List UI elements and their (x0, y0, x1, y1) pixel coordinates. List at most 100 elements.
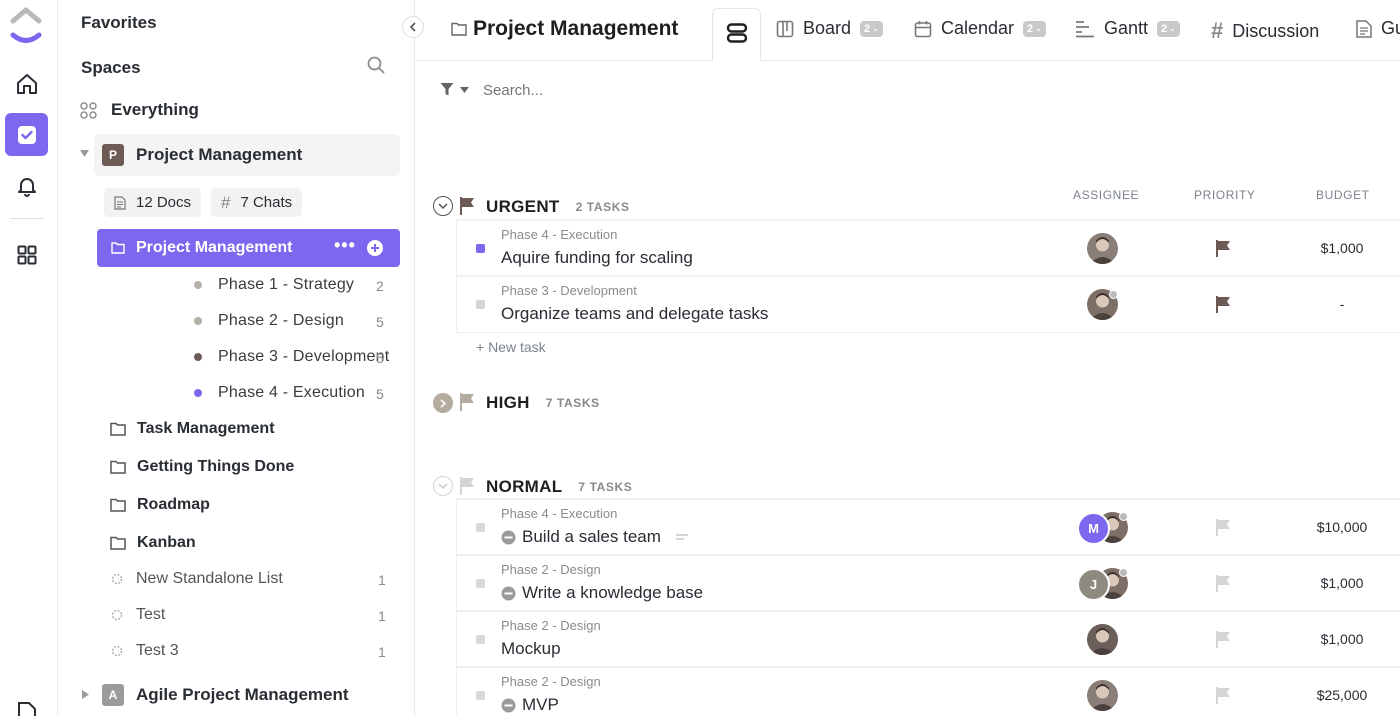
priority-flag-icon[interactable] (1215, 630, 1231, 649)
new-task-button[interactable]: + New task (476, 339, 546, 355)
task-budget[interactable]: $1,000 (1302, 575, 1382, 591)
task-name-wrapper[interactable]: Build a sales team (501, 527, 689, 547)
task-name-wrapper[interactable]: MVP (501, 695, 559, 715)
task-status-square[interactable] (476, 244, 485, 253)
task-name[interactable]: Aquire funding for scaling (501, 248, 693, 268)
tab-calendar[interactable]: Calendar 2 ⌄ (914, 18, 1046, 39)
priority-flag-icon[interactable] (1215, 686, 1231, 705)
task-budget[interactable]: $25,000 (1302, 687, 1382, 703)
favorites-heading[interactable]: Favorites (81, 13, 157, 33)
task-row[interactable]: Phase 2 - Design Mockup $1,000 (457, 611, 1400, 667)
list-item[interactable]: Test (111, 606, 165, 624)
task-status-square[interactable] (476, 579, 485, 588)
tab-guide[interactable]: Gu (1356, 18, 1400, 39)
task-budget[interactable]: $10,000 (1302, 519, 1382, 535)
folder-label: Task Management (137, 420, 275, 437)
collapse-group-urgent[interactable] (433, 196, 453, 216)
assignee-avatar[interactable] (1087, 680, 1118, 711)
tasks-icon[interactable] (5, 113, 48, 156)
folder-item[interactable]: Task Management (110, 420, 275, 438)
hash-icon: # (1211, 18, 1224, 43)
filter-button[interactable] (440, 82, 469, 97)
tab-board-badge: 2 ⌄ (860, 20, 883, 37)
list-item[interactable]: New Standalone List (111, 570, 283, 588)
notifications-bell-icon[interactable] (5, 164, 48, 207)
search-icon[interactable] (367, 56, 385, 74)
active-list-label: Project Management (136, 239, 293, 256)
status-dot (1119, 512, 1128, 521)
task-status-square[interactable] (476, 635, 485, 644)
list-item[interactable]: Test 3 (111, 642, 179, 660)
column-header-budget[interactable]: BUDGET (1316, 188, 1370, 202)
docs-pill[interactable]: 12 Docs (104, 188, 202, 217)
group-title: URGENT (486, 197, 560, 216)
group-header-urgent: URGENT 2 TASKS (486, 197, 630, 217)
folder-item[interactable]: Getting Things Done (110, 458, 294, 476)
priority-flag-icon[interactable] (1215, 295, 1231, 314)
priority-flag-icon[interactable] (1215, 574, 1231, 593)
task-name-wrapper[interactable]: Write a knowledge base (501, 583, 703, 603)
group-task-count: 2 TASKS (575, 200, 630, 214)
phase-list-item[interactable]: Phase 2 - Design (194, 312, 344, 330)
column-header-priority[interactable]: PRIORITY (1194, 188, 1255, 202)
task-row[interactable]: Phase 4 - Execution Aquire funding for sc… (457, 220, 1400, 276)
tab-board[interactable]: Board 2 ⌄ (776, 18, 883, 39)
page-title: Project Management (473, 17, 679, 40)
task-row[interactable]: Phase 2 - Design Write a knowledge base J $… (457, 555, 1400, 611)
task-budget[interactable]: - (1302, 296, 1382, 312)
clickup-logo[interactable] (9, 6, 43, 44)
tab-discussion[interactable]: # Discussion (1211, 18, 1319, 44)
tab-board-label: Board (803, 18, 852, 38)
assignee-initial-avatar[interactable]: J (1077, 568, 1110, 601)
task-row[interactable]: Phase 4 - Execution Build a sales team M $1… (457, 499, 1400, 555)
group-header-high: HIGH 7 TASKS (486, 393, 600, 413)
group-task-count: 7 TASKS (545, 396, 600, 410)
task-status-square[interactable] (476, 691, 485, 700)
list-task-count: 1 (378, 644, 386, 660)
caret-down-icon[interactable] (80, 150, 89, 157)
spaces-heading[interactable]: Spaces (81, 58, 141, 78)
folder-item[interactable]: Kanban (110, 534, 196, 552)
caret-right-icon[interactable] (82, 690, 89, 699)
list-label: Test (136, 606, 166, 623)
expand-group-high[interactable] (433, 393, 453, 413)
app-window: Favorites Spaces Everything P Project Ma… (0, 0, 1400, 716)
task-status-square[interactable] (476, 523, 485, 532)
task-phase-label: Phase 2 - Design (501, 674, 601, 689)
task-row[interactable]: Phase 2 - Design MVP $25,000 (457, 667, 1400, 716)
task-status-square[interactable] (476, 300, 485, 309)
collapse-group-normal[interactable] (433, 476, 453, 496)
everything-item[interactable]: Everything (80, 99, 199, 121)
folder-label: Kanban (137, 534, 196, 551)
group-title: HIGH (486, 393, 530, 412)
task-budget[interactable]: $1,000 (1302, 240, 1382, 256)
normal-flag-icon (460, 477, 474, 495)
person-photo-icon (1090, 237, 1115, 264)
search-input[interactable] (483, 78, 783, 102)
docs-icon[interactable] (17, 702, 37, 716)
phase-list-item[interactable]: Phase 4 - Execution (194, 384, 365, 402)
active-list-project-management[interactable]: Project Management ••• (97, 229, 400, 267)
chats-pill[interactable]: # 7 Chats (211, 188, 303, 217)
tab-gantt[interactable]: Gantt 2 ⌄ (1075, 18, 1180, 39)
task-name[interactable]: Organize teams and delegate tasks (501, 304, 768, 324)
assignee-avatar[interactable] (1087, 233, 1118, 264)
more-options-icon[interactable]: ••• (334, 235, 356, 256)
priority-flag-icon[interactable] (1215, 239, 1231, 258)
space2-name[interactable]: Agile Project Management (136, 685, 349, 705)
assignee-avatar[interactable] (1087, 624, 1118, 655)
apps-grid-icon[interactable] (5, 233, 48, 276)
task-budget[interactable]: $1,000 (1302, 631, 1382, 647)
task-name-wrapper[interactable]: Mockup (501, 639, 561, 659)
priority-flag-icon[interactable] (1215, 518, 1231, 537)
add-circle-icon[interactable] (367, 240, 383, 256)
filter-icon (440, 83, 454, 96)
phase-list-item[interactable]: Phase 1 - Strategy (194, 276, 354, 294)
phase-list-item[interactable]: Phase 3 - Development (194, 348, 389, 366)
home-icon[interactable] (5, 62, 48, 105)
assignee-initial-avatar[interactable]: M (1077, 512, 1110, 545)
task-row[interactable]: Phase 3 - Development Organize teams and … (457, 276, 1400, 332)
folder-item[interactable]: Roadmap (110, 496, 210, 514)
column-header-assignee[interactable]: ASSIGNEE (1073, 188, 1139, 202)
tab-list-view[interactable] (712, 8, 761, 61)
